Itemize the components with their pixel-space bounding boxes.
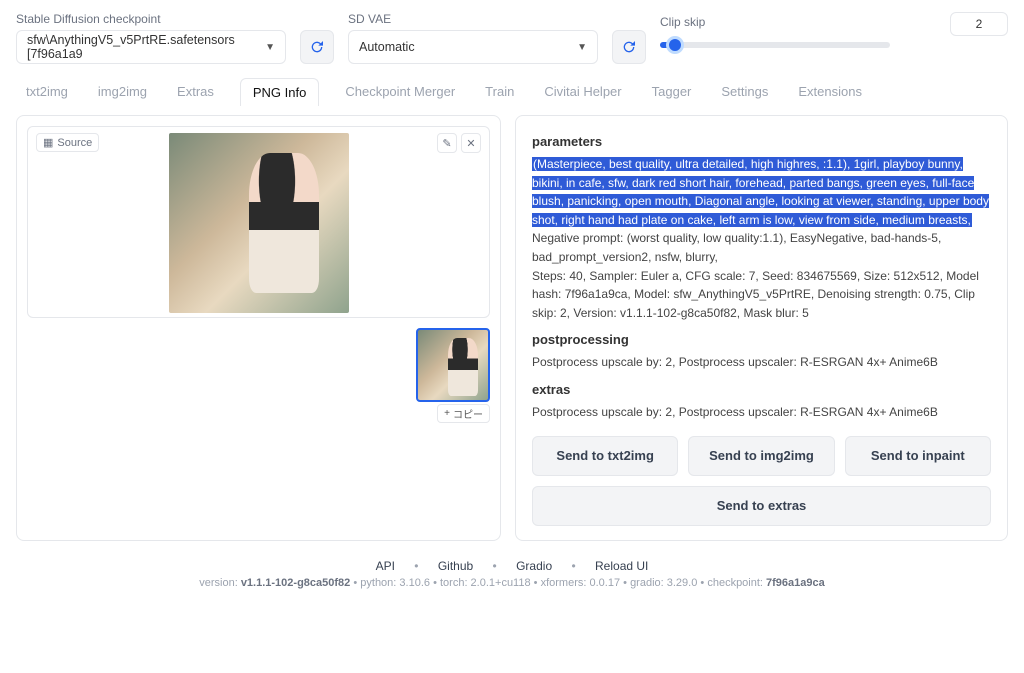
postprocessing-title: postprocessing [532, 332, 991, 347]
copy-label: コピー [453, 406, 483, 421]
source-label: Source [57, 137, 92, 149]
info-panel: parameters (Masterpiece, best quality, u… [515, 115, 1008, 541]
chevron-down-icon: ▼ [265, 42, 275, 53]
send-to-extras-button[interactable]: Send to extras [532, 486, 991, 526]
negative-prompt-text[interactable]: Negative prompt: (worst quality, low qua… [532, 229, 991, 266]
clipskip-label: Clip skip [660, 15, 705, 29]
thumbnail[interactable] [416, 328, 490, 402]
meta-checkpoint: 7f96a1a9ca [766, 577, 825, 589]
checkpoint-select[interactable]: sfw\AnythingV5_v5PrtRE.safetensors [7f96… [16, 30, 286, 64]
image-icon: ▦ [43, 136, 53, 149]
pencil-icon: ✎ [442, 137, 451, 150]
footer-link-reload[interactable]: Reload UI [595, 559, 648, 573]
vae-value: Automatic [359, 40, 415, 54]
image-dropzone[interactable]: ▦ Source ✎ ✕ [27, 126, 490, 318]
generation-params-text[interactable]: Steps: 40, Sampler: Euler a, CFG scale: … [532, 267, 991, 323]
tab-train[interactable]: Train [481, 78, 518, 106]
footer: API • Github • Gradio • Reload UI versio… [16, 559, 1008, 589]
chevron-down-icon: ▼ [577, 42, 587, 53]
prompt-text[interactable]: (Masterpiece, best quality, ultra detail… [532, 155, 991, 229]
clipskip-value[interactable]: 2 [950, 12, 1008, 36]
postprocessing-text: Postprocess upscale by: 2, Postprocess u… [532, 353, 991, 372]
slider-thumb[interactable] [666, 36, 684, 54]
refresh-checkpoint-button[interactable] [300, 30, 334, 64]
parameters-title: parameters [532, 134, 991, 149]
meta-torch: torch: 2.0.1+cu118 [440, 577, 531, 589]
refresh-icon [309, 39, 325, 55]
footer-link-gradio[interactable]: Gradio [516, 559, 552, 573]
meta-checkpoint-label: checkpoint: [707, 577, 766, 589]
tab-ckpt-merger[interactable]: Checkpoint Merger [341, 78, 459, 106]
source-image [169, 133, 349, 313]
checkpoint-label: Stable Diffusion checkpoint [16, 12, 286, 26]
meta-gradio: gradio: 3.29.0 [630, 577, 697, 589]
tab-txt2img[interactable]: txt2img [22, 78, 72, 106]
meta-python: python: 3.10.6 [360, 577, 430, 589]
vae-select[interactable]: Automatic ▼ [348, 30, 598, 64]
source-panel: ▦ Source ✎ ✕ + コピー [16, 115, 501, 541]
tab-extensions[interactable]: Extensions [794, 78, 866, 106]
clipskip-slider[interactable] [660, 42, 890, 48]
edit-image-button[interactable]: ✎ [437, 133, 457, 153]
checkpoint-value: sfw\AnythingV5_v5PrtRE.safetensors [7f96… [27, 33, 257, 61]
tab-settings[interactable]: Settings [717, 78, 772, 106]
clear-image-button[interactable]: ✕ [461, 133, 481, 153]
footer-link-api[interactable]: API [376, 559, 395, 573]
tabs: txt2img img2img Extras PNG Info Checkpoi… [16, 78, 1008, 107]
tab-civitai[interactable]: Civitai Helper [540, 78, 625, 106]
tab-img2img[interactable]: img2img [94, 78, 151, 106]
tab-pnginfo[interactable]: PNG Info [240, 78, 319, 106]
copy-button[interactable]: + コピー [437, 404, 490, 423]
send-to-inpaint-button[interactable]: Send to inpaint [845, 436, 991, 476]
source-chip: ▦ Source [36, 133, 99, 152]
meta-version: v1.1.1-102-g8ca50f82 [241, 577, 350, 589]
extras-text: Postprocess upscale by: 2, Postprocess u… [532, 403, 991, 422]
vae-label: SD VAE [348, 12, 598, 26]
plus-icon: + [444, 408, 450, 419]
meta-version-label: version: [199, 577, 241, 589]
refresh-vae-button[interactable] [612, 30, 646, 64]
send-to-txt2img-button[interactable]: Send to txt2img [532, 436, 678, 476]
tab-tagger[interactable]: Tagger [648, 78, 696, 106]
close-icon: ✕ [466, 137, 475, 150]
meta-xformers: xformers: 0.0.17 [541, 577, 620, 589]
footer-link-github[interactable]: Github [438, 559, 473, 573]
send-to-img2img-button[interactable]: Send to img2img [688, 436, 834, 476]
refresh-icon [621, 39, 637, 55]
tab-extras[interactable]: Extras [173, 78, 218, 106]
extras-title: extras [532, 382, 991, 397]
